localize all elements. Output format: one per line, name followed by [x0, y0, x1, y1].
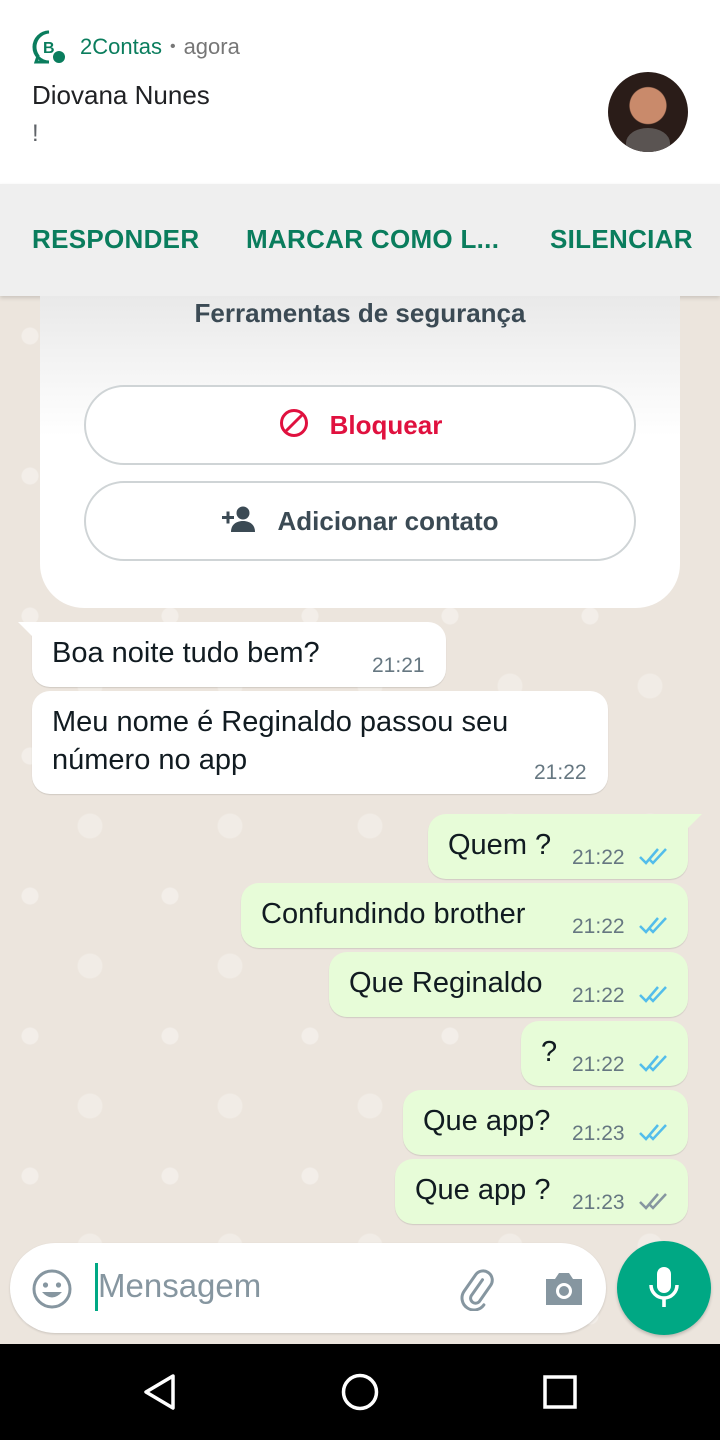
notification-header: B 2Contas • agora	[32, 30, 240, 64]
message-bubble-outgoing[interactable]: Que Reginaldo 21:22	[329, 952, 688, 1017]
camera-icon[interactable]	[542, 1269, 586, 1309]
add-person-icon	[221, 505, 257, 538]
message-bubble-outgoing[interactable]: ? 21:22	[521, 1021, 688, 1086]
message-text: Que Reginaldo	[349, 967, 543, 999]
app-logo-icon: B	[32, 30, 66, 64]
notification-actions: RESPONDER MARCAR COMO L... SILENCIAR	[0, 184, 720, 296]
mute-button[interactable]: SILENCIAR	[550, 224, 693, 255]
add-contact-button[interactable]: Adicionar contato	[84, 481, 636, 561]
back-triangle-icon[interactable]	[140, 1372, 180, 1412]
message-time: 21:22	[572, 915, 625, 938]
bubble-tail-icon	[18, 622, 34, 638]
microphone-icon	[649, 1267, 679, 1307]
notification-time: agora	[183, 34, 240, 59]
message-input[interactable]: Mensagem	[98, 1267, 261, 1305]
message-time: 21:22	[534, 761, 587, 784]
message-bubble-outgoing[interactable]: Que app? 21:23	[403, 1090, 688, 1155]
mark-as-read-button[interactable]: MARCAR COMO L...	[246, 224, 499, 255]
notification-title: Diovana Nunes	[32, 80, 210, 110]
message-time: 21:22	[572, 984, 625, 1007]
notification-text: !	[32, 120, 39, 147]
message-bubble-outgoing[interactable]: Confundindo brother 21:22	[241, 883, 688, 948]
notification[interactable]: B 2Contas • agora Diovana Nunes !	[0, 0, 720, 184]
block-icon	[278, 407, 310, 444]
message-bubble-incoming[interactable]: Boa noite tudo bem? 21:21	[32, 622, 446, 687]
read-ticks-icon	[639, 986, 667, 1003]
message-text-line2: número no app	[52, 744, 248, 776]
voice-message-button[interactable]	[617, 1241, 711, 1335]
delivered-ticks-icon	[639, 1193, 667, 1210]
sender-avatar	[608, 72, 688, 152]
safety-tools-title: Ferramentas de segurança	[194, 298, 526, 328]
message-text: Quem ?	[448, 829, 552, 861]
read-ticks-icon	[639, 917, 667, 934]
message-text: Confundindo brother	[261, 898, 526, 930]
message-text: Que app?	[423, 1105, 551, 1137]
emoji-icon[interactable]	[30, 1267, 74, 1311]
message-text-line1: Meu nome é Reginaldo passou seu	[52, 706, 509, 738]
recents-square-icon[interactable]	[542, 1374, 578, 1410]
message-text: ?	[541, 1036, 558, 1068]
block-button[interactable]: Bloquear	[84, 385, 636, 465]
message-bubble-outgoing[interactable]: Que app ? 21:23	[395, 1159, 688, 1224]
svg-text:B: B	[43, 40, 55, 57]
block-label: Bloquear	[329, 409, 443, 440]
message-time: 21:21	[372, 654, 425, 677]
read-ticks-icon	[639, 1055, 667, 1072]
reply-button[interactable]: RESPONDER	[32, 224, 199, 255]
paperclip-icon[interactable]	[454, 1267, 498, 1311]
app-name: 2Contas	[80, 34, 162, 59]
message-text: Boa noite tudo bem?	[52, 637, 320, 669]
message-bubble-outgoing[interactable]: Quem ? 21:22	[428, 814, 688, 879]
message-time: 21:23	[572, 1122, 625, 1145]
system-navigation-bar	[0, 1344, 720, 1440]
header-separator: •	[169, 38, 176, 55]
message-composer[interactable]: Mensagem	[10, 1243, 606, 1333]
read-ticks-icon	[639, 848, 667, 865]
message-text: Que app ?	[415, 1174, 551, 1206]
home-circle-icon[interactable]	[340, 1372, 380, 1412]
add-contact-label: Adicionar contato	[277, 505, 499, 536]
bubble-tail-icon	[686, 814, 702, 830]
message-time: 21:22	[572, 1053, 625, 1076]
message-time: 21:23	[572, 1191, 625, 1214]
read-ticks-icon	[639, 1124, 667, 1141]
safety-tools-card: Ferramentas de segurança Bloquear Adicio…	[40, 296, 680, 608]
message-time: 21:22	[572, 846, 625, 869]
message-bubble-incoming[interactable]: Meu nome é Reginaldo passou seu número n…	[32, 691, 608, 794]
